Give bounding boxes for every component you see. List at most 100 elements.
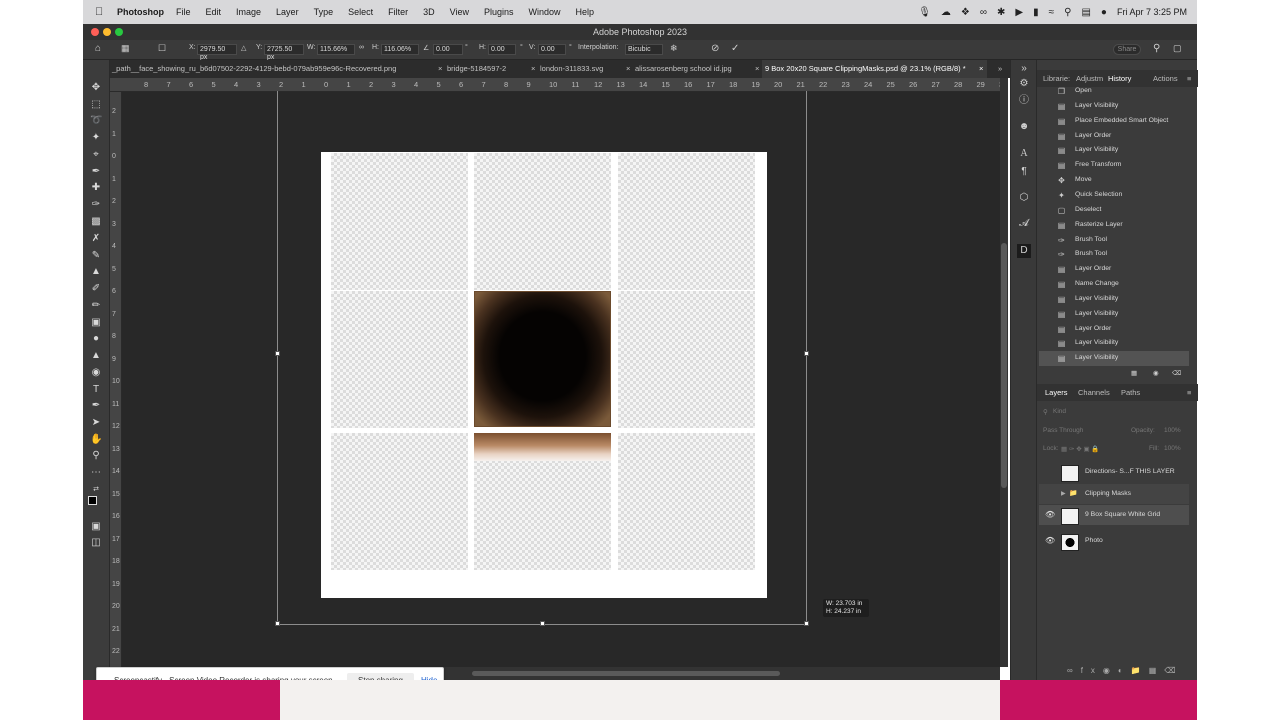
interpolation-select[interactable]: Bicubic <box>625 44 663 55</box>
healing-brush-tool-icon[interactable]: ✚ <box>90 182 102 194</box>
gradient-tool-icon[interactable]: ▣ <box>90 317 102 329</box>
vertical-scrollbar[interactable] <box>1000 78 1008 667</box>
v-skew-field[interactable]: 0.00 <box>538 44 566 55</box>
tab-document-2[interactable]: bridge-5184597-2 × <box>447 60 535 78</box>
tab-channels[interactable]: Channels <box>1078 388 1110 397</box>
transform-handle-right[interactable] <box>804 351 809 356</box>
eye-icon[interactable]: 👁 <box>1045 505 1055 525</box>
tab-close-icon[interactable]: × <box>626 60 630 78</box>
play-icon[interactable]: ▶ <box>1015 7 1023 18</box>
history-brush-tool-icon[interactable]: ✗ <box>90 233 102 245</box>
y-position-field[interactable]: 2725.50 px <box>264 44 304 61</box>
more-tools-icon[interactable]: ⋯ <box>90 467 102 479</box>
glyphs-panel-icon[interactable]: 𝓐 <box>1017 217 1031 231</box>
filter-search-icon[interactable]: ⚲ <box>1043 408 1048 416</box>
layer-row-directions[interactable]: Directions- S...F THIS LAYER <box>1039 462 1189 482</box>
siri-icon[interactable]: ● <box>1101 7 1107 18</box>
apple-icon[interactable]:  <box>95 6 107 18</box>
tab-close-icon[interactable]: × <box>755 60 759 78</box>
battery-icon[interactable]: ▮ <box>1033 7 1039 18</box>
history-item[interactable]: ▤ Layer Visibility <box>1039 292 1189 307</box>
tab-adjustments[interactable]: Adjustm <box>1076 74 1103 83</box>
tab-document-4[interactable]: alissarosenberg school id.jpg × <box>635 60 759 78</box>
history-item[interactable]: ▤ Layer Order <box>1039 129 1189 144</box>
history-item[interactable]: ✦ Quick Selection <box>1039 188 1189 203</box>
horizontal-scroll-thumb[interactable] <box>472 671 780 676</box>
history-item[interactable]: ▤ Free Transform <box>1039 158 1189 173</box>
menu-layer[interactable]: Layer <box>276 7 299 17</box>
vertical-scroll-thumb[interactable] <box>1001 243 1007 488</box>
history-item[interactable]: ▤ Layer Order <box>1039 262 1189 277</box>
layer-row-clipping-masks[interactable]: ▶ 📁 Clipping Masks <box>1039 484 1189 504</box>
eye-icon[interactable]: 👁 <box>1045 531 1055 551</box>
panel-menu-icon[interactable]: ≡ <box>1187 74 1191 83</box>
lock-icons[interactable]: ▦ ✑ ✥ ▣ 🔒 <box>1061 445 1100 453</box>
clone-tool-icon[interactable]: ▲ <box>90 266 102 278</box>
menu-3d[interactable]: 3D <box>423 7 435 17</box>
blur-tool-icon[interactable]: ● <box>90 333 102 345</box>
delete-state-icon[interactable]: ⌫ <box>1172 369 1181 377</box>
history-item[interactable]: ▤ Name Change <box>1039 277 1189 292</box>
character-panel-icon[interactable]: A <box>1017 147 1031 161</box>
history-item[interactable]: ✥ Move <box>1039 173 1189 188</box>
layer-name[interactable]: Directions- S...F THIS LAYER <box>1085 462 1175 482</box>
quick-selection-tool-icon[interactable]: ✦ <box>90 132 102 144</box>
tab-layers[interactable]: Layers <box>1045 388 1068 397</box>
paragraph-panel-icon[interactable]: ¶ <box>1017 165 1031 179</box>
commit-transform-icon[interactable]: ✓ <box>731 43 739 54</box>
bluetooth-icon[interactable]: ✱ <box>997 7 1005 18</box>
history-item[interactable]: ▤ Rasterize Layer <box>1039 218 1189 233</box>
zoom-tool-icon[interactable]: ⚲ <box>90 450 102 462</box>
angle-field[interactable]: 0.00 <box>433 44 463 55</box>
history-item[interactable]: ▤ Layer Visibility <box>1039 99 1189 114</box>
x-position-field[interactable]: 2979.50 px <box>197 44 237 61</box>
history-item[interactable]: ▢ Deselect <box>1039 203 1189 218</box>
new-document-from-state-icon[interactable]: ▦ <box>1131 369 1137 377</box>
layer-row-grid[interactable]: 👁 9 Box Square White Grid <box>1039 505 1189 525</box>
extension-icon[interactable]: ❖ <box>961 7 970 18</box>
adjustments-panel-icon[interactable]: ⚙ <box>1017 77 1031 91</box>
control-center-icon[interactable]: ▤ <box>1081 7 1090 18</box>
learn-panel-icon[interactable]: ☻ <box>1017 120 1031 134</box>
menu-view[interactable]: View <box>450 7 469 17</box>
close-window-button[interactable] <box>91 28 99 36</box>
blend-mode-select[interactable]: Pass Through <box>1043 427 1083 434</box>
lasso-tool-icon[interactable]: ➰ <box>90 115 102 127</box>
transform-reference-icon[interactable]: ▦ <box>121 43 130 54</box>
brush-tool-icon[interactable]: ✑ <box>90 199 102 211</box>
h-skew-field[interactable]: 0.00 <box>488 44 516 55</box>
lasso-status-icon[interactable]: ∞ <box>980 7 987 18</box>
history-item[interactable]: ❐ Open <box>1039 84 1189 99</box>
menu-plugins[interactable]: Plugins <box>484 7 514 17</box>
stamp-tool-icon[interactable]: ▩ <box>90 216 102 228</box>
history-item[interactable]: ✑ Brush Tool <box>1039 247 1189 262</box>
menu-file[interactable]: File <box>176 7 191 17</box>
tab-close-icon[interactable]: × <box>438 60 442 78</box>
move-tool-icon[interactable]: ✥ <box>90 82 102 94</box>
microphone-icon[interactable]: 🎙 <box>918 7 931 18</box>
sharpen-tool-icon[interactable]: ▲ <box>90 350 102 362</box>
tab-close-icon[interactable]: × <box>979 60 983 78</box>
hand-tool-icon[interactable]: ✋ <box>90 434 102 446</box>
delta-icon[interactable]: △ <box>241 44 246 52</box>
history-item[interactable]: ▤ Layer Order <box>1039 322 1189 337</box>
dodge-tool-icon[interactable]: ◉ <box>90 367 102 379</box>
menu-edit[interactable]: Edit <box>206 7 222 17</box>
menu-image[interactable]: Image <box>236 7 261 17</box>
quick-mask-icon[interactable]: ▣ <box>90 521 102 533</box>
opacity-field[interactable]: 100% <box>1164 427 1181 434</box>
layer-filter-kind[interactable]: Kind <box>1053 408 1066 415</box>
swap-colors-icon[interactable]: ⇄ <box>90 484 102 496</box>
fill-field[interactable]: 100% <box>1164 445 1181 452</box>
height-field[interactable]: 116.06% <box>381 44 419 55</box>
width-field[interactable]: 115.66% <box>317 44 355 55</box>
menubar-clock[interactable]: Fri Apr 7 3:25 PM <box>1117 7 1187 17</box>
transform-handle-bottom-left[interactable] <box>275 621 280 626</box>
cancel-transform-icon[interactable]: ⊘ <box>711 43 719 54</box>
tab-libraries[interactable]: Librarie: <box>1043 74 1070 83</box>
tab-document-1[interactable]: _path__face_showing_ru_b6d07502-2292-412… <box>112 60 442 78</box>
history-item[interactable]: ▤ Layer Visibility <box>1039 351 1189 367</box>
history-item[interactable]: ▤ Layer Visibility <box>1039 307 1189 322</box>
menu-help[interactable]: Help <box>576 7 595 17</box>
collapse-panels-icon[interactable]: » <box>1017 62 1031 76</box>
